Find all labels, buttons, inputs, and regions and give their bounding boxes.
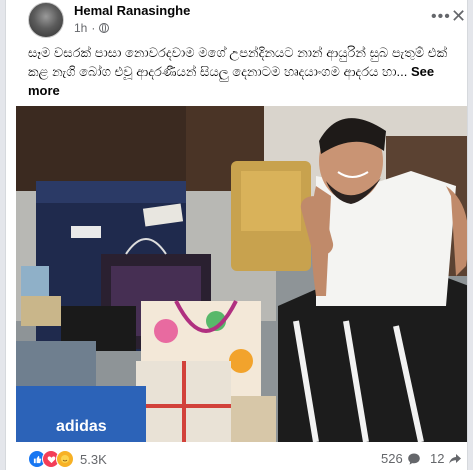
share-icon: [449, 453, 462, 464]
comment-count-link[interactable]: 526: [381, 451, 421, 466]
box-brand-label: adidas: [56, 418, 107, 435]
post-time[interactable]: 1h: [74, 21, 87, 35]
comment-count: 526: [381, 451, 403, 466]
photo-illustration: adidas: [16, 106, 467, 442]
post-meta: 1h ·: [74, 21, 110, 35]
post-text: සෑම වසරක් පාසා නොවරදවාම මගේ උපන්දිනයට නා…: [28, 43, 458, 100]
post-card: Hemal Ranasinghe 1h · ••• ✕ සෑම වසරක් පා…: [5, 0, 468, 470]
post-body: සෑම වසරක් පාසා නොවරදවාම මගේ උපන්දිනයට නා…: [28, 45, 448, 79]
globe-icon: [99, 23, 110, 33]
more-options-icon[interactable]: •••: [431, 8, 451, 26]
reactions-summary[interactable]: 5.3K: [28, 450, 107, 468]
care-reaction-icon: [56, 450, 74, 468]
close-icon[interactable]: ✕: [451, 6, 466, 27]
comment-icon: [407, 453, 420, 465]
author-avatar[interactable]: [28, 2, 64, 38]
share-count-link[interactable]: 12: [430, 451, 462, 466]
post-photo[interactable]: adidas: [16, 106, 467, 442]
reaction-count: 5.3K: [80, 451, 107, 467]
author-name[interactable]: Hemal Ranasinghe: [74, 3, 190, 18]
share-count: 12: [430, 451, 445, 466]
